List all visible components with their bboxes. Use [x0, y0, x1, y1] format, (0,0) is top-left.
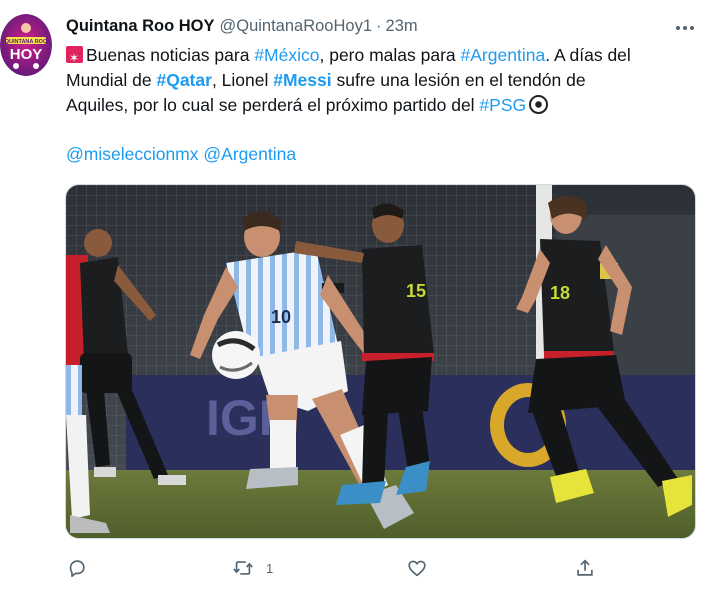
- share-button[interactable]: [574, 556, 596, 580]
- reply-icon: [69, 560, 85, 578]
- text-segment: Mundial de: [66, 70, 157, 90]
- mentions: @miseleccionmx @Argentina: [66, 144, 296, 165]
- more-options-icon[interactable]: [672, 20, 698, 36]
- jersey-number-18: 18: [550, 283, 570, 303]
- retweet-icon: [233, 561, 253, 575]
- avatar-subtext: QUINTANA ROO: [5, 39, 48, 45]
- reply-button[interactable]: [66, 556, 100, 580]
- tweet-header: Quintana Roo HOY @QuintanaRooHoy1 · 23m: [66, 17, 715, 39]
- soccer-ball: [212, 331, 260, 379]
- hashtag-argentina[interactable]: #Argentina: [461, 45, 546, 65]
- tweet-text: Buenas noticias para #México, pero malas…: [66, 43, 706, 118]
- tweet-actions: 1: [66, 556, 606, 580]
- soccer-ball-emoji-icon: [529, 95, 549, 114]
- text-segment: sufre una lesión en el tendón de: [331, 70, 586, 90]
- separator-dot: ·: [376, 17, 382, 35]
- hashtag-messi[interactable]: #Messi: [273, 70, 331, 90]
- text-segment: , Lionel: [211, 70, 274, 90]
- tweet-timestamp[interactable]: 23m: [386, 17, 418, 36]
- retweet-button[interactable]: 1: [232, 556, 273, 580]
- avatar[interactable]: QUINTANA ROO HOY: [0, 14, 52, 76]
- jersey-number-15: 15: [406, 281, 426, 301]
- share-icon: [577, 559, 593, 576]
- siren-emoji-icon: [66, 46, 83, 71]
- heart-icon: [408, 560, 426, 577]
- tweet[interactable]: QUINTANA ROO HOY Quintana Roo HOY @Quint…: [0, 0, 715, 596]
- text-segment: . A días del: [545, 45, 631, 65]
- text-segment: Aquiles, por lo cual se perderá el próxi…: [66, 95, 480, 115]
- hashtag-qatar[interactable]: #Qatar: [156, 70, 211, 90]
- tweet-photo[interactable]: IGH 10 15 18: [65, 184, 696, 539]
- mention-argentina[interactable]: @Argentina: [203, 144, 296, 164]
- hashtag-psg[interactable]: #PSG: [479, 95, 526, 115]
- user-handle[interactable]: @QuintanaRooHoy1: [220, 17, 373, 36]
- mention-miseleccionmx[interactable]: @miseleccionmx: [66, 144, 199, 164]
- jersey-number-10: 10: [271, 307, 291, 327]
- like-button[interactable]: [406, 556, 440, 580]
- display-name[interactable]: Quintana Roo HOY: [66, 17, 215, 36]
- text-segment: , pero malas para: [319, 45, 461, 65]
- hashtag-mexico[interactable]: #México: [254, 45, 319, 65]
- retweet-count: 1: [266, 560, 274, 576]
- text-segment: Buenas noticias para: [86, 45, 255, 65]
- avatar-logo-text: HOY: [10, 46, 43, 63]
